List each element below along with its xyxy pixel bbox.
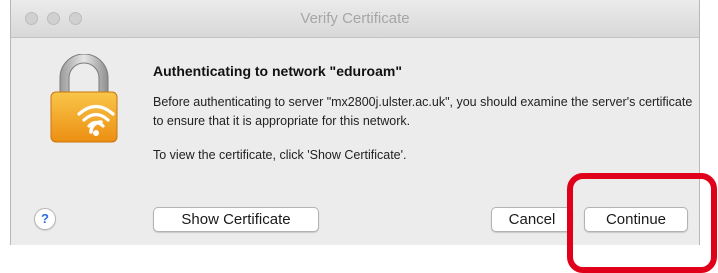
show-certificate-button[interactable]: Show Certificate: [153, 207, 319, 232]
continue-button[interactable]: Continue: [584, 207, 688, 232]
verify-certificate-dialog: Verify Certificate Authenticating to net…: [10, 0, 700, 245]
dialog-hint: To view the certificate, click 'Show Cer…: [153, 148, 407, 162]
cancel-button[interactable]: Cancel: [491, 207, 573, 232]
dialog-heading: Authenticating to network "eduroam": [153, 63, 402, 79]
title-bar: Verify Certificate: [11, 0, 699, 38]
help-button[interactable]: ?: [34, 208, 56, 230]
dialog-message: Before authenticating to server "mx2800j…: [153, 95, 693, 128]
lock-wifi-icon: [50, 54, 118, 143]
window-title: Verify Certificate: [300, 10, 410, 27]
